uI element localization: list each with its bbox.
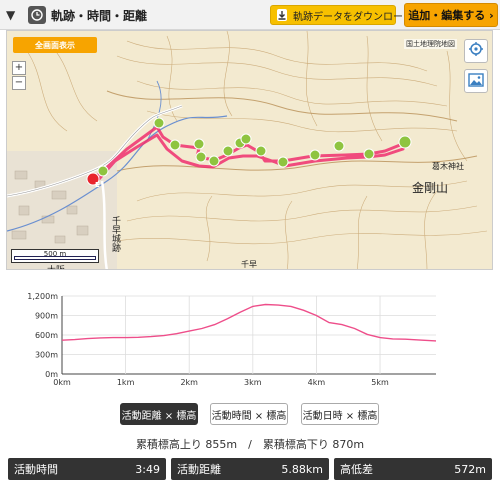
zoom-out-button[interactable]: − [12, 76, 26, 90]
collapse-caret-icon[interactable]: ▼ [6, 8, 15, 22]
y-tick-label: 300m [35, 351, 58, 360]
image-icon [468, 72, 484, 91]
stat-distance-label: 活動距離 [177, 463, 221, 476]
locate-button[interactable] [464, 39, 488, 63]
place-chihaya-castle: 千早城跡 [110, 216, 120, 252]
add-edit-label: 追加・編集する › [408, 9, 494, 22]
fullscreen-label: 全画面表示 [35, 40, 75, 50]
download-icon [277, 9, 287, 21]
compass-icon [468, 41, 484, 61]
x-tick-label: 2km [180, 378, 198, 387]
mode-datetime-label: 活動日時 × 標高 [302, 410, 378, 422]
track-panel: ▼ 軌跡・時間・距離 軌跡データをダウンロード 追加・編集する › E 金剛山 … [0, 0, 500, 482]
y-tick-label: 900m [35, 312, 58, 321]
stat-activity-distance: 活動距離 5.88km [171, 458, 329, 480]
map-scale: 500 m [11, 249, 99, 263]
stat-elevation-difference: 高低差 572m [334, 458, 492, 480]
photo-layer-button[interactable] [464, 69, 488, 93]
clock-icon [28, 6, 46, 24]
panel-header[interactable]: ▼ 軌跡・時間・距離 軌跡データをダウンロード 追加・編集する › [0, 0, 500, 30]
mode-distance-label: 活動距離 × 標高 [121, 410, 197, 422]
mode-time-label: 活動時間 × 標高 [211, 410, 287, 422]
stat-time-label: 活動時間 [14, 463, 58, 476]
activity-stats: 活動時間 3:49 活動距離 5.88km 高低差 572m [0, 458, 500, 482]
stat-distance-value: 5.88km [281, 462, 323, 476]
mode-datetime-elevation-button[interactable]: 活動日時 × 標高 [301, 403, 379, 425]
panel-title: 軌跡・時間・距離 [51, 9, 148, 23]
stat-time-value: 3:49 [135, 462, 160, 476]
route-map[interactable]: E 金剛山 葛木神社 千早城跡 大阪 千早 全画面表示 + − 国土地理院地図 … [6, 30, 493, 270]
start-marker[interactable]: E [95, 181, 100, 189]
place-chihaya: 千早 [241, 260, 257, 269]
fullscreen-button[interactable]: 全画面表示 [13, 37, 97, 53]
zoom-in-button[interactable]: + [12, 61, 26, 75]
download-label: 軌跡データをダウンロード [293, 11, 413, 23]
chart-mode-switcher: 活動距離 × 標高 活動時間 × 標高 活動日時 × 標高 [0, 403, 500, 427]
x-tick-label: 3km [244, 378, 262, 387]
zoom-controls: + − [12, 61, 26, 91]
mode-distance-elevation-button[interactable]: 活動距離 × 標高 [120, 403, 198, 425]
place-katsuragi-shrine: 葛木神社 [432, 162, 464, 171]
elevation-chart-svg: 0m300m600m900m1,200m0km 1km 2km 3km 4km 5km [27, 292, 437, 387]
map-attribution[interactable]: 国土地理院地図 [404, 39, 457, 49]
y-tick-label: 1,200m [27, 292, 58, 301]
cumulative-elevation-text: 累積標高上り 855m / 累積標高下り 870m [135, 438, 365, 451]
stat-elevdiff-label: 高低差 [340, 463, 373, 476]
stat-elevdiff-value: 572m [454, 462, 486, 476]
x-tick-label: 5km [371, 378, 389, 387]
place-osaka: 大阪 [47, 263, 65, 269]
add-edit-button[interactable]: 追加・編集する › [404, 3, 498, 27]
stat-activity-time: 活動時間 3:49 [8, 458, 166, 480]
map-tiles [7, 31, 492, 269]
place-kongosan: 金剛山 [412, 181, 449, 195]
scale-label: 500 m [43, 250, 67, 258]
y-tick-label: 600m [35, 331, 58, 340]
x-tick-label: 4km [308, 378, 326, 387]
mode-time-elevation-button[interactable]: 活動時間 × 標高 [210, 403, 288, 425]
elevation-chart[interactable]: 0m 300m 600m 900m 1,200m 0km 1km 2km 3km 4km 5km [6, 279, 494, 391]
x-tick-label: 1km [117, 378, 135, 387]
download-track-button[interactable]: 軌跡データをダウンロード [270, 5, 413, 25]
x-tick-label: 0km [53, 378, 71, 387]
